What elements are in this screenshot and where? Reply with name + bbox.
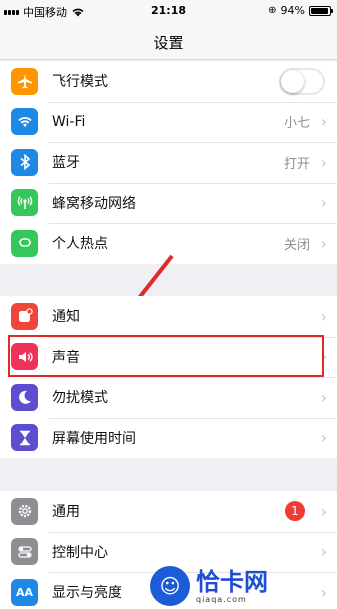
status-bar: 中国移动 21:18 ⊕ 94%	[0, 0, 337, 22]
settings-row-bluetooth[interactable]: 蓝牙 打开 ›	[0, 142, 337, 183]
settings-row-label: 控制中心	[52, 544, 108, 561]
gear-icon	[11, 497, 38, 525]
chevron-right-icon: ›	[320, 193, 327, 213]
settings-row-label: 蓝牙	[52, 155, 80, 172]
settings-row-wifi[interactable]: Wi-Fi 小七 ›	[0, 101, 337, 143]
chevron-right-icon: ›	[320, 112, 327, 132]
settings-row-value: 打开	[283, 156, 310, 172]
settings-row-notifications[interactable]: 通知 ›	[0, 296, 337, 337]
settings-row-value: 关闭	[283, 237, 310, 253]
settings-row-label: 个人热点	[52, 236, 108, 253]
robot-logo-icon: ☺	[150, 566, 190, 606]
chevron-right-icon: ›	[320, 387, 327, 407]
airplane-mode-toggle[interactable]	[279, 67, 325, 95]
settings-group-connectivity: 飞行模式 Wi-Fi 小七 › 蓝牙 打开 › 蜂窝移动网络 › 个人热点 关闭	[0, 61, 337, 264]
bluetooth-icon	[11, 148, 38, 176]
battery-icon	[309, 5, 333, 16]
settings-row-label: 屏幕使用时间	[52, 430, 136, 447]
navigation-bar: 设置	[0, 22, 337, 60]
settings-row-label: 勿扰模式	[52, 390, 108, 407]
chevron-right-icon: ›	[320, 152, 327, 172]
moon-icon	[11, 383, 38, 411]
watermark-title: 恰卡网	[196, 567, 268, 596]
airplane-icon	[11, 67, 38, 95]
settings-row-cellular[interactable]: 蜂窝移动网络 ›	[0, 182, 337, 224]
wifi-icon	[11, 108, 38, 136]
chevron-right-icon: ›	[320, 306, 327, 326]
page-title: 设置	[153, 34, 184, 52]
settings-row-label: 蜂窝移动网络	[52, 195, 136, 212]
settings-row-general[interactable]: 通用 1 ›	[0, 491, 337, 532]
settings-group-notifications: 通知 › 声音 › 勿扰模式 › 屏幕使用时间 ›	[0, 296, 337, 458]
hourglass-icon	[11, 424, 38, 452]
switches-icon	[11, 538, 38, 566]
cellular-icon	[11, 189, 38, 217]
settings-row-screen-time[interactable]: 屏幕使用时间 ›	[0, 417, 337, 459]
battery-percent: 94%	[280, 4, 305, 17]
annotation-highlight-box	[8, 335, 324, 377]
settings-row-label: 飞行模式	[52, 74, 108, 91]
notification-icon	[11, 302, 38, 330]
watermark-url: qiaqa.com	[196, 594, 247, 604]
watermark: ☺ 恰卡网 qiaqa.com	[150, 566, 335, 606]
chevron-right-icon: ›	[320, 542, 327, 562]
settings-row-do-not-disturb[interactable]: 勿扰模式 ›	[0, 377, 337, 418]
settings-row-label: 通用	[52, 504, 80, 521]
settings-row-airplane[interactable]: 飞行模式	[0, 61, 337, 102]
settings-row-label: Wi-Fi	[52, 113, 86, 130]
settings-row-label: 显示与亮度	[52, 585, 122, 602]
text-size-icon: AA	[11, 578, 38, 606]
settings-row-value: 小七	[283, 116, 310, 132]
hotspot-icon	[11, 229, 38, 257]
chevron-right-icon: ›	[320, 428, 327, 448]
settings-row-label: 通知	[52, 309, 80, 326]
orientation-lock-icon: ⊕	[268, 5, 277, 16]
chevron-right-icon: ›	[320, 233, 327, 253]
chevron-right-icon: ›	[320, 501, 327, 521]
